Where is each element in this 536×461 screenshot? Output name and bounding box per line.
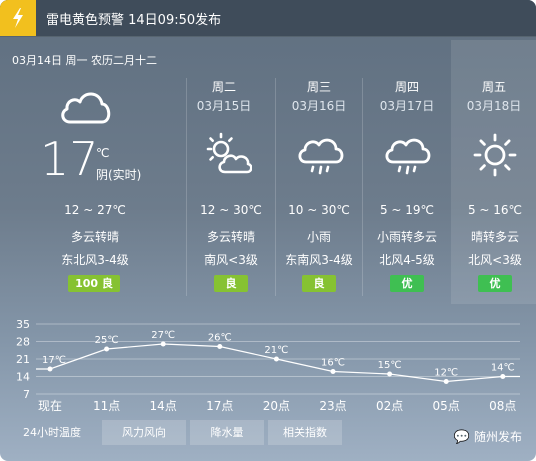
today-aqi-badge: 100 良 [68, 275, 120, 292]
date-label: 03月18日 [466, 99, 522, 113]
temp-range: 10 ~ 30℃ [288, 203, 350, 217]
cloudy-icon [58, 86, 112, 130]
data-label: 16℃ [321, 358, 345, 369]
data-point [500, 374, 506, 379]
tab-precipitation[interactable]: 降水量 [190, 420, 264, 445]
weekday-label: 周二 [211, 80, 236, 94]
aqi-badge: 良 [302, 275, 336, 292]
lightning-icon [0, 0, 36, 36]
hourly-temperature-chart: 35 28 21 14 7 17℃ 现在 25℃ 11点 27℃ 14点 26℃ 17点 21℃ 20点 16… [16, 318, 520, 413]
date-label: 03月17日 [379, 99, 435, 113]
tab-24h-temperature[interactable]: 24小时温度 [10, 420, 94, 445]
publisher-name: 随州发布 [473, 430, 522, 444]
today-wind: 东北风3-4级 [61, 253, 129, 267]
current-temperature: 17 [40, 132, 99, 186]
data-label: 21℃ [264, 345, 288, 356]
x-tick-label: 02点 [376, 399, 403, 413]
date-label: 03月16日 [291, 99, 347, 113]
publisher-watermark: 💬 随州发布 [454, 428, 522, 445]
temp-range: 12 ~ 30℃ [200, 203, 262, 217]
y-tick-label: 21 [16, 353, 30, 366]
condition: 多云转晴 [206, 230, 255, 244]
current-date: 03月14日 周一 农历二月十二 [12, 54, 157, 67]
weekday-label: 周四 [394, 80, 419, 94]
wind: 南风<3级 [204, 253, 258, 267]
condition: 小雨转多云 [376, 230, 437, 244]
wechat-icon: 💬 [453, 430, 470, 445]
sunny-icon [472, 132, 518, 182]
rain-icon [295, 134, 345, 180]
x-tick-label: 23点 [319, 399, 346, 413]
data-point [443, 379, 449, 384]
y-tick-label: 7 [23, 388, 30, 401]
rain-icon [382, 134, 432, 180]
temp-range: 5 ~ 19℃ [379, 203, 435, 217]
temperature-unit: ℃ [96, 146, 110, 160]
partly-cloudy-icon [204, 132, 253, 180]
y-tick-label: 35 [16, 318, 30, 331]
weekday-label: 周三 [306, 80, 331, 94]
x-tick-label: 08点 [489, 399, 516, 413]
tab-wind[interactable]: 风力风向 [102, 420, 186, 445]
data-label: 15℃ [378, 360, 402, 371]
wind: 北风<3级 [468, 253, 522, 267]
temp-range: 5 ~ 16℃ [467, 203, 523, 217]
x-tick-label: 14点 [150, 399, 177, 413]
x-tick-label: 05点 [433, 399, 460, 413]
data-point [47, 366, 53, 372]
aqi-badge: 优 [390, 275, 424, 292]
data-label: 27℃ [151, 330, 175, 341]
condition: 小雨 [306, 230, 331, 244]
today-range: 12 ~ 27℃ [64, 203, 126, 217]
tab-indices[interactable]: 相关指数 [268, 420, 342, 445]
condition: 晴转多云 [470, 230, 519, 244]
data-point [387, 371, 393, 377]
data-point [217, 344, 223, 349]
data-point [330, 369, 336, 374]
aqi-badge: 优 [478, 275, 512, 292]
x-tick-label: 现在 [38, 399, 62, 413]
wind: 北风4-5级 [379, 253, 435, 267]
data-label: 12℃ [434, 368, 458, 379]
weekday-label: 周五 [481, 80, 506, 94]
wind: 东南风3-4级 [285, 253, 353, 267]
data-point [273, 356, 279, 362]
aqi-badge: 良 [214, 275, 248, 292]
warning-text: 雷电黄色预警 14日09:50发布 [46, 13, 222, 28]
weather-widget: 雷电黄色预警 14日09:50发布 03月14日 周一 农历二月十二 17 ℃ … [0, 0, 536, 461]
data-point [160, 341, 166, 347]
y-tick-label: 28 [16, 336, 30, 349]
y-tick-label: 14 [16, 371, 30, 384]
data-label: 14℃ [491, 363, 515, 374]
x-tick-label: 20点 [263, 399, 290, 413]
warning-banner[interactable]: 雷电黄色预警 14日09:50发布 [0, 0, 536, 37]
data-point [104, 346, 110, 352]
data-label: 26℃ [208, 333, 232, 344]
x-tick-label: 11点 [93, 399, 120, 413]
x-tick-label: 17点 [206, 399, 233, 413]
realtime-condition: 阴(实时) [96, 168, 142, 182]
data-label: 17℃ [42, 355, 66, 366]
date-label: 03月15日 [196, 99, 252, 113]
today-condition: 多云转晴 [70, 230, 119, 244]
data-label: 25℃ [95, 335, 119, 346]
